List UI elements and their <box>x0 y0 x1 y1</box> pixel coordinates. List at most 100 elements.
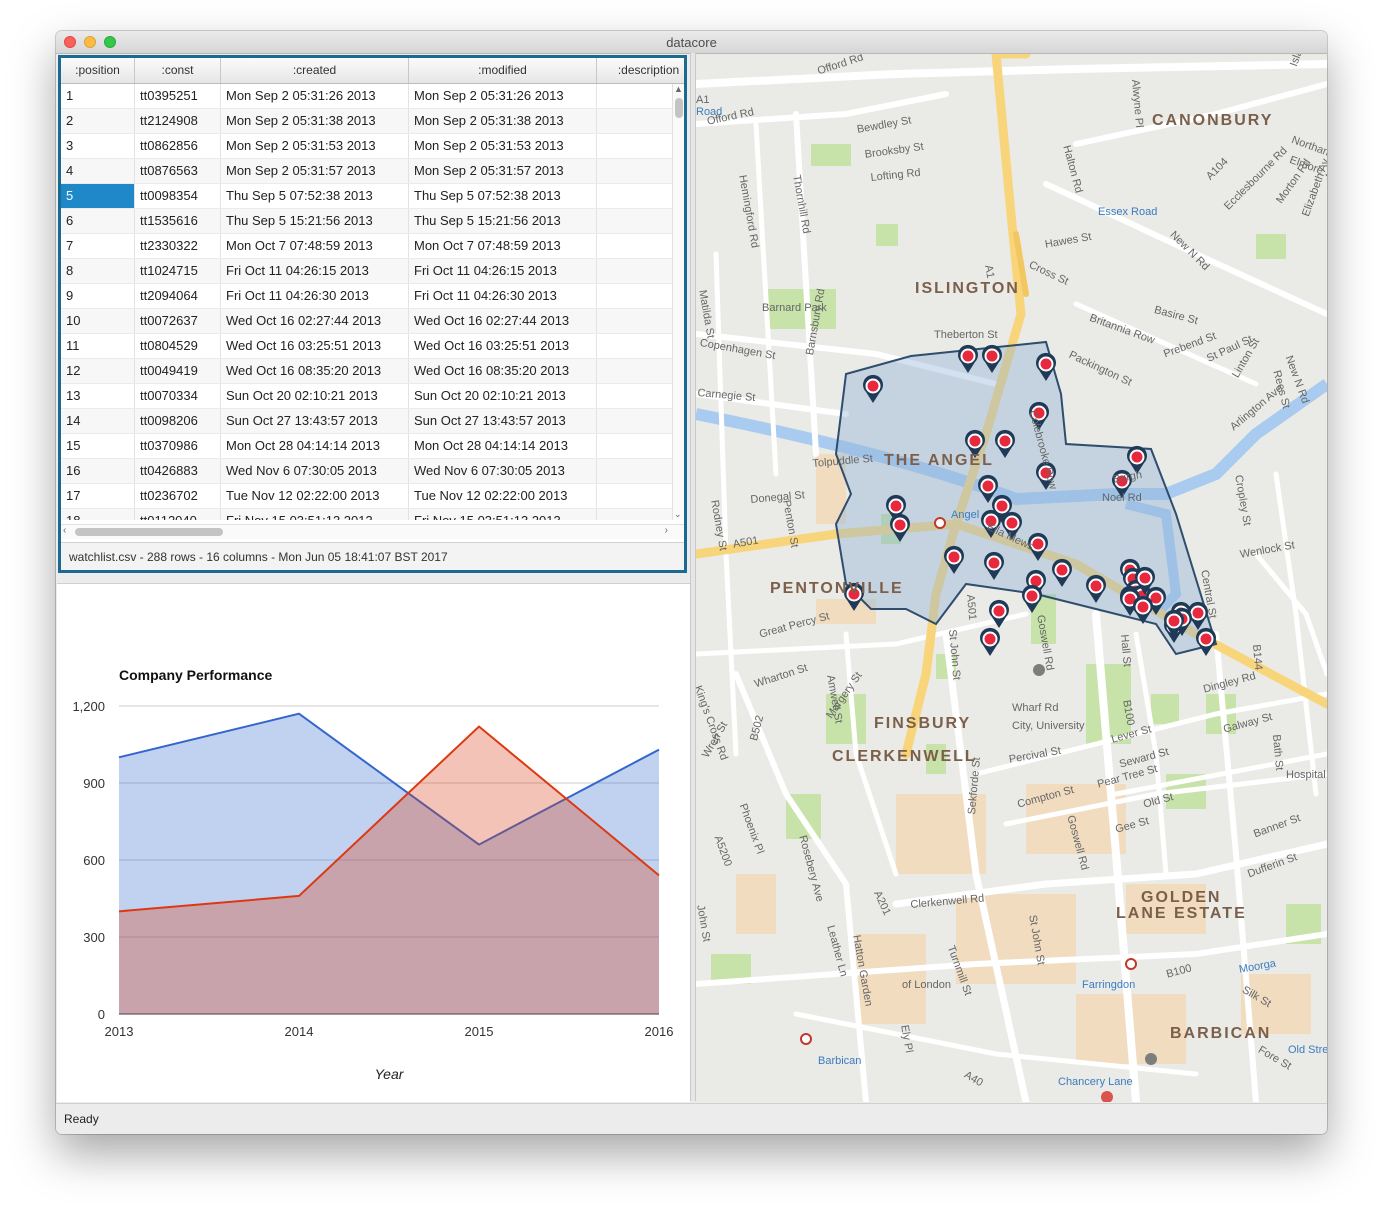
table-row[interactable]: 17 tt0236702 Tue Nov 12 02:22:00 2013 Tue N… <box>61 484 684 509</box>
table-cell[interactable]: 16 <box>61 459 135 483</box>
table-cell[interactable] <box>597 109 684 133</box>
table-cell[interactable]: Tue Nov 12 02:22:00 2013 <box>409 484 597 508</box>
table-row[interactable]: 2 tt2124908 Mon Sep 2 05:31:38 2013 Mon Sep… <box>61 109 684 134</box>
table-cell[interactable]: Fri Oct 11 04:26:30 2013 <box>221 284 409 308</box>
table-row[interactable]: 16 tt0426883 Wed Nov 6 07:30:05 2013 Wed No… <box>61 459 684 484</box>
table-cell[interactable] <box>597 209 684 233</box>
scroll-down-arrow-icon[interactable]: ⌄ <box>674 509 682 520</box>
column-header-modified[interactable]: :modified <box>409 58 597 83</box>
table-cell[interactable]: Sun Oct 27 13:43:57 2013 <box>409 409 597 433</box>
table-row[interactable]: 9 tt2094064 Fri Oct 11 04:26:30 2013 Fri Oc… <box>61 284 684 309</box>
table-cell[interactable]: Wed Oct 16 03:25:51 2013 <box>221 334 409 358</box>
table-cell[interactable]: Mon Sep 2 05:31:53 2013 <box>221 134 409 158</box>
table-cell[interactable]: 15 <box>61 434 135 458</box>
table-cell[interactable]: Fri Oct 11 04:26:30 2013 <box>409 284 597 308</box>
scroll-left-arrow-icon[interactable]: ‹ <box>63 525 66 536</box>
table-cell[interactable]: Fri Oct 11 04:26:15 2013 <box>409 259 597 283</box>
table-cell[interactable]: Tue Nov 12 02:22:00 2013 <box>221 484 409 508</box>
map-marker-pin-icon[interactable] <box>980 627 1000 656</box>
table-cell[interactable]: Sun Oct 27 13:43:57 2013 <box>221 409 409 433</box>
table-cell[interactable]: 11 <box>61 334 135 358</box>
table-cell[interactable]: Wed Oct 16 08:35:20 2013 <box>409 359 597 383</box>
table-cell[interactable]: Mon Sep 2 05:31:38 2013 <box>221 109 409 133</box>
table-cell[interactable]: tt2330322 <box>135 234 221 258</box>
table-row[interactable]: 14 tt0098206 Sun Oct 27 13:43:57 2013 Sun O… <box>61 409 684 434</box>
table-cell[interactable]: tt0049419 <box>135 359 221 383</box>
table-cell[interactable]: Mon Sep 2 05:31:26 2013 <box>409 84 597 108</box>
table-cell[interactable]: 3 <box>61 134 135 158</box>
table-row[interactable]: 15 tt0370986 Mon Oct 28 04:14:14 2013 Mon O… <box>61 434 684 459</box>
table-cell[interactable]: Thu Sep 5 07:52:38 2013 <box>409 184 597 208</box>
table-cell[interactable] <box>597 509 684 520</box>
column-header-created[interactable]: :created <box>221 58 409 83</box>
table-cell[interactable]: Sun Oct 20 02:10:21 2013 <box>409 384 597 408</box>
vertical-scrollbar[interactable]: ▲ ⌄ <box>672 84 684 520</box>
table-cell[interactable]: Mon Oct 7 07:48:59 2013 <box>409 234 597 258</box>
table-cell[interactable] <box>597 359 684 383</box>
table-cell[interactable]: Wed Oct 16 03:25:51 2013 <box>409 334 597 358</box>
table-row[interactable]: 4 tt0876563 Mon Sep 2 05:31:57 2013 Mon Sep… <box>61 159 684 184</box>
map-view[interactable]: CANONBURY ISLINGTON THE ANGEL PENTONVILL… <box>696 54 1327 1102</box>
table-row[interactable]: 12 tt0049419 Wed Oct 16 08:35:20 2013 Wed O… <box>61 359 684 384</box>
table-cell[interactable]: tt0098354 <box>135 184 221 208</box>
table-cell[interactable] <box>597 334 684 358</box>
table-cell[interactable]: Thu Sep 5 07:52:38 2013 <box>221 184 409 208</box>
table-cell[interactable]: tt0876563 <box>135 159 221 183</box>
table-row[interactable]: 11 tt0804529 Wed Oct 16 03:25:51 2013 Wed O… <box>61 334 684 359</box>
table-cell[interactable]: Wed Oct 16 08:35:20 2013 <box>221 359 409 383</box>
column-header-position[interactable]: :position <box>61 58 135 83</box>
table-cell[interactable]: Wed Nov 6 07:30:05 2013 <box>409 459 597 483</box>
table-row[interactable]: 10 tt0072637 Wed Oct 16 02:27:44 2013 Wed O… <box>61 309 684 334</box>
table-cell[interactable]: tt0072637 <box>135 309 221 333</box>
table-cell[interactable]: Sun Oct 20 02:10:21 2013 <box>221 384 409 408</box>
table-cell[interactable]: 7 <box>61 234 135 258</box>
table-cell[interactable]: 2 <box>61 109 135 133</box>
data-table[interactable]: :position :const :created :modified :des… <box>61 58 684 520</box>
table-cell[interactable]: tt2124908 <box>135 109 221 133</box>
table-cell[interactable]: Mon Sep 2 05:31:26 2013 <box>221 84 409 108</box>
map-marker-pin-icon[interactable] <box>1196 627 1216 656</box>
table-cell[interactable] <box>597 259 684 283</box>
table-cell[interactable]: Mon Sep 2 05:31:38 2013 <box>409 109 597 133</box>
table-cell[interactable]: tt0098206 <box>135 409 221 433</box>
table-cell[interactable]: 9 <box>61 284 135 308</box>
table-cell[interactable]: tt0395251 <box>135 84 221 108</box>
table-row[interactable]: 3 tt0862856 Mon Sep 2 05:31:53 2013 Mon Sep… <box>61 134 684 159</box>
table-cell[interactable] <box>597 184 684 208</box>
table-cell[interactable]: Mon Oct 28 04:14:14 2013 <box>409 434 597 458</box>
table-cell[interactable] <box>597 159 684 183</box>
table-cell[interactable] <box>597 409 684 433</box>
table-cell[interactable]: Wed Oct 16 02:27:44 2013 <box>221 309 409 333</box>
table-cell[interactable]: 18 <box>61 509 135 520</box>
table-cell[interactable]: tt1535616 <box>135 209 221 233</box>
scroll-right-arrow-icon[interactable]: › <box>665 525 668 536</box>
table-cell[interactable]: tt0236702 <box>135 484 221 508</box>
table-row[interactable]: 8 tt1024715 Fri Oct 11 04:26:15 2013 Fri Oc… <box>61 259 684 284</box>
table-row[interactable]: 18tt0112040Fri Nov 15 03:51:13 2013Fri N… <box>61 509 684 520</box>
table-cell[interactable]: tt0862856 <box>135 134 221 158</box>
table-cell[interactable] <box>597 309 684 333</box>
table-cell[interactable]: 8 <box>61 259 135 283</box>
table-row[interactable]: 5 tt0098354 Thu Sep 5 07:52:38 2013 Thu Sep… <box>61 184 684 209</box>
table-cell[interactable] <box>597 384 684 408</box>
table-cell[interactable]: 12 <box>61 359 135 383</box>
table-cell[interactable]: 6 <box>61 209 135 233</box>
table-cell[interactable]: Mon Sep 2 05:31:57 2013 <box>409 159 597 183</box>
table-cell[interactable]: Mon Sep 2 05:31:53 2013 <box>409 134 597 158</box>
table-cell[interactable]: Fri Oct 11 04:26:15 2013 <box>221 259 409 283</box>
table-cell[interactable]: 13 <box>61 384 135 408</box>
table-cell[interactable]: Thu Sep 5 15:21:56 2013 <box>409 209 597 233</box>
table-cell[interactable]: tt1024715 <box>135 259 221 283</box>
table-cell[interactable] <box>597 134 684 158</box>
table-cell[interactable] <box>597 434 684 458</box>
table-row[interactable]: 6 tt1535616 Thu Sep 5 15:21:56 2013 Thu Sep… <box>61 209 684 234</box>
table-cell[interactable]: tt0112040 <box>135 509 221 520</box>
table-cell[interactable] <box>597 484 684 508</box>
table-cell[interactable]: Mon Sep 2 05:31:57 2013 <box>221 159 409 183</box>
column-header-description[interactable]: :description <box>597 58 684 83</box>
table-cell[interactable]: Wed Nov 6 07:30:05 2013 <box>221 459 409 483</box>
table-cell[interactable] <box>597 84 684 108</box>
table-cell[interactable]: tt2094064 <box>135 284 221 308</box>
table-cell[interactable]: 5 <box>61 184 135 208</box>
column-header-const[interactable]: :const <box>135 58 221 83</box>
